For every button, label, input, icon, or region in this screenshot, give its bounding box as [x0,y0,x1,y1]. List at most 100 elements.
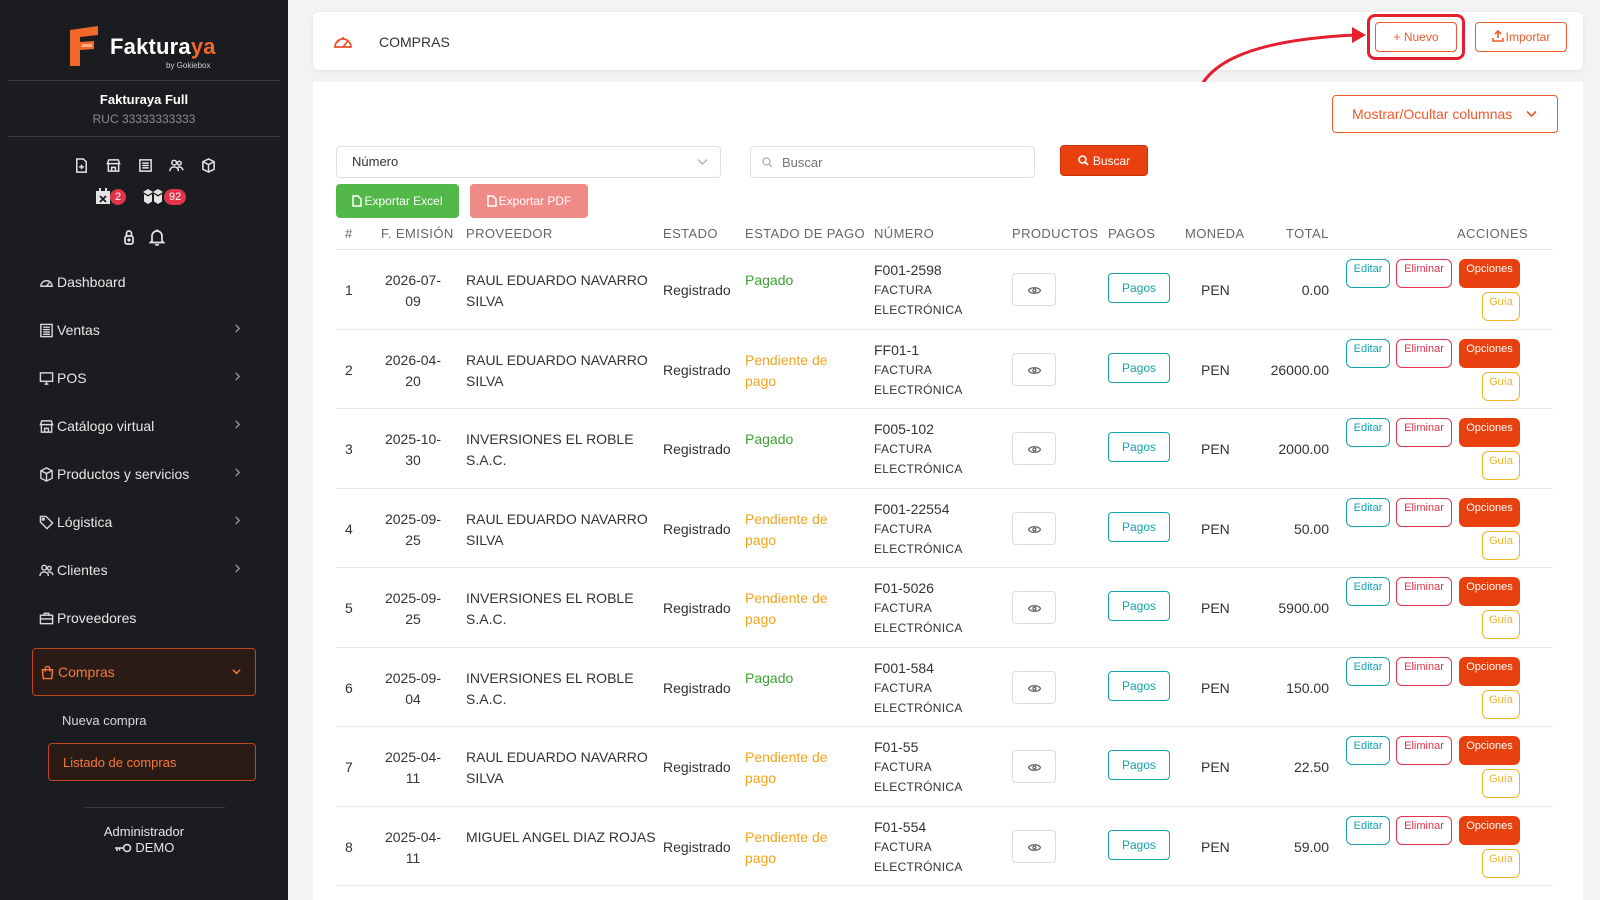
payments-button[interactable]: Pagos [1108,750,1170,780]
delete-button[interactable]: Eliminar [1396,577,1452,606]
edit-button[interactable]: Editar [1346,418,1390,447]
nav-item-clientes[interactable]: Clientes [32,546,256,594]
delete-button[interactable]: Eliminar [1396,815,1452,845]
filter-field-select[interactable]: Número [336,146,721,178]
list-icon[interactable] [138,158,153,173]
total-amount: 22.50 [1293,759,1329,775]
options-button[interactable]: Opciones [1459,736,1520,765]
view-products-button[interactable] [1012,432,1056,465]
view-products-button[interactable] [1012,829,1056,863]
bell-icon[interactable] [148,228,166,246]
view-products-button[interactable] [1012,273,1056,306]
chevron-down-icon [697,159,708,165]
supplier-name: INVERSIONES EL ROBLE S.A.C. [466,669,634,707]
total-amount: 2000.00 [1278,441,1329,457]
nav-item-pos[interactable]: POS [32,354,256,402]
guide-button[interactable]: Guía [1482,451,1520,480]
guide-button[interactable]: Guía [1482,292,1520,321]
document-number: F01-5026 FACTURA ELECTRÓNICA [874,578,1004,638]
delete-button[interactable]: Eliminar [1396,418,1452,447]
brand-logo[interactable]: Fakturaya by Gokiebox [68,24,228,72]
guide-button[interactable]: Guía [1482,848,1520,878]
edit-button[interactable]: Editar [1346,656,1390,686]
options-button[interactable]: Opciones [1459,577,1520,606]
options-button[interactable]: Opciones [1459,656,1520,686]
column-header: NÚMERO [874,226,935,241]
view-products-button[interactable] [1012,750,1056,783]
payments-button[interactable]: Pagos [1108,273,1170,303]
user-info[interactable]: Administrador DEMO [0,824,288,856]
chevron-right-icon [235,468,241,477]
nav-item-proveedores[interactable]: Proveedores [32,594,256,642]
delete-button[interactable]: Eliminar [1396,656,1452,686]
box-icon[interactable] [201,158,216,173]
export-excel-button[interactable]: Exportar Excel [336,184,459,218]
payment-status: Pagado [745,431,794,447]
guide-button[interactable]: Guía [1482,769,1520,798]
column-header: F. EMISIÓN [381,226,454,241]
nav-item-dashboard[interactable]: Dashboard [32,258,256,306]
options-button[interactable]: Opciones [1459,497,1520,527]
currency: PEN [1201,361,1230,378]
options-button[interactable]: Opciones [1459,338,1520,368]
nav-item-logistica[interactable]: Lógistica [32,498,256,546]
column-header: PAGOS [1108,226,1156,241]
nav-item-compras[interactable]: Compras [32,648,256,696]
calendar-count-badge: 2 [110,189,127,205]
edit-button[interactable]: Editar [1346,577,1390,606]
payments-button[interactable]: Pagos [1108,591,1170,621]
lock-icon[interactable] [120,228,138,246]
delete-button[interactable]: Eliminar [1396,338,1452,368]
new-document-icon[interactable] [74,158,89,173]
total-amount: 0.00 [1301,282,1329,298]
currency: PEN [1201,838,1230,855]
edit-button[interactable]: Editar [1346,259,1390,288]
calendar-alert[interactable]: 2 [94,186,128,208]
guide-button[interactable]: Guía [1482,530,1520,560]
table-body: 1 2026-07-09 RAUL EDUARDO NAVARRO SILVA … [336,250,1553,886]
company-ruc: RUC 33333333333 [92,112,196,126]
nav-item-catalogo-virtual[interactable]: Catálogo virtual [32,402,256,450]
search-input[interactable] [750,146,1035,178]
view-products-button[interactable] [1012,670,1056,704]
edit-button[interactable]: Editar [1346,338,1390,368]
subnav-nueva-compra[interactable]: Nueva compra [62,713,147,728]
subnav-listado-compras[interactable]: Listado de compras [48,743,256,781]
payments-button[interactable]: Pagos [1108,432,1170,462]
users-icon[interactable] [169,158,185,173]
options-button[interactable]: Opciones [1459,418,1520,447]
nav-item-ventas[interactable]: Ventas [32,306,256,354]
payments-button[interactable]: Pagos [1108,829,1170,860]
edit-button[interactable]: Editar [1346,815,1390,845]
edit-button[interactable]: Editar [1346,736,1390,765]
payments-button[interactable]: Pagos [1108,670,1170,701]
guide-button[interactable]: Guía [1482,610,1520,639]
delete-button[interactable]: Eliminar [1396,736,1452,765]
search-icon [1078,155,1089,166]
view-products-button[interactable] [1012,591,1056,624]
view-products-button[interactable] [1012,352,1056,386]
options-button[interactable]: Opciones [1459,815,1520,845]
options-button[interactable]: Opciones [1459,259,1520,288]
payments-button[interactable]: Pagos [1108,511,1170,542]
guide-button[interactable]: Guía [1482,689,1520,719]
toggle-columns-button[interactable]: Mostrar/Ocultar columnas [1332,95,1558,133]
chevron-right-icon [235,324,241,333]
view-products-button[interactable] [1012,511,1056,545]
sidebar: Fakturaya by Gokiebox Fakturaya Full RUC… [0,0,288,900]
nav-item-productos-servicios[interactable]: Productos y servicios [32,450,256,498]
divider [8,136,280,137]
new-purchase-button[interactable]: + Nuevo [1375,22,1457,52]
store-icon[interactable] [106,158,121,173]
boxes-alert[interactable]: 92 [142,186,192,208]
search-button[interactable]: Buscar [1060,145,1148,176]
edit-button[interactable]: Editar [1346,497,1390,527]
export-pdf-button[interactable]: Exportar PDF [470,184,588,218]
delete-button[interactable]: Eliminar [1396,259,1452,288]
document-icon [352,195,363,207]
guide-button[interactable]: Guía [1482,371,1520,401]
import-button[interactable]: Importar [1475,22,1567,52]
delete-button[interactable]: Eliminar [1396,497,1452,527]
column-header: ESTADO DE PAGO [745,226,865,241]
payments-button[interactable]: Pagos [1108,352,1170,383]
